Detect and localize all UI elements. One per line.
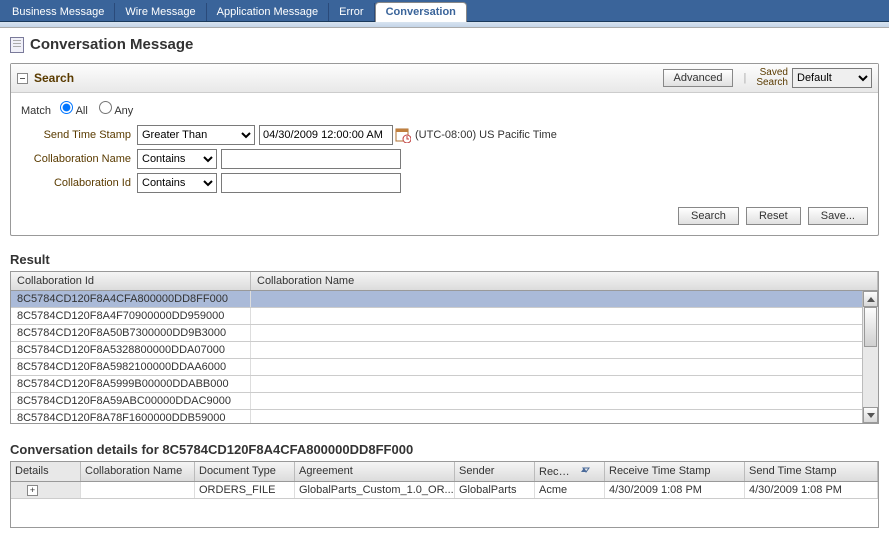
cell-receiver: Acme — [535, 482, 605, 498]
match-all-radio[interactable]: All — [60, 105, 88, 117]
field-collab-id: Collaboration Id Contains — [21, 173, 868, 193]
tab-error[interactable]: Error — [329, 3, 374, 21]
expand-icon[interactable]: + — [27, 485, 38, 496]
cell-id: 8C5784CD120F8A5999B00000DDABB000 — [11, 376, 251, 392]
advanced-button[interactable]: Advanced — [663, 69, 734, 87]
col-receiver[interactable]: Receiver — [535, 462, 605, 481]
cell-id: 8C5784CD120F8A5328800000DDA07000 — [11, 342, 251, 358]
collab-name-operator[interactable]: Contains — [137, 149, 217, 169]
saved-search-label: Saved Search — [756, 68, 788, 88]
collab-id-label: Collaboration Id — [21, 177, 131, 189]
col-cname[interactable]: Collaboration Name — [81, 462, 195, 481]
result-title: Result — [0, 246, 889, 271]
search-footer: Search Reset Save... — [21, 197, 868, 225]
tab-application-message[interactable]: Application Message — [207, 3, 330, 21]
field-collab-name: Collaboration Name Contains — [21, 149, 868, 169]
collab-id-operator[interactable]: Contains — [137, 173, 217, 193]
cell-name — [251, 291, 878, 307]
scroll-down-icon[interactable] — [863, 407, 878, 423]
cell-id: 8C5784CD120F8A5982100000DDAA6000 — [11, 359, 251, 375]
scrollbar[interactable] — [862, 291, 878, 423]
match-any-radio[interactable]: Any — [99, 105, 133, 117]
collab-name-label: Collaboration Name — [21, 153, 131, 165]
cell-id: 8C5784CD120F8A78F1600000DDB59000 — [11, 410, 251, 423]
table-row[interactable]: 8C5784CD120F8A5999B00000DDABB000 — [11, 376, 878, 393]
field-send-time-stamp: Send Time Stamp Greater Than (UTC-08:00)… — [21, 125, 868, 145]
search-header: Search Advanced | Saved Search Default — [11, 64, 878, 93]
save-button[interactable]: Save... — [808, 207, 868, 225]
separator: | — [743, 72, 746, 84]
table-row[interactable]: 8C5784CD120F8A4CFA800000DD8FF000 — [11, 291, 878, 308]
table-row[interactable]: 8C5784CD120F8A5982100000DDAA6000 — [11, 359, 878, 376]
tab-bar: Business Message Wire Message Applicatio… — [0, 0, 889, 22]
search-panel: Search Advanced | Saved Search Default M… — [10, 63, 879, 236]
cell-agreement: GlobalParts_Custom_1.0_OR... — [295, 482, 455, 498]
details-title: Conversation details for 8C5784CD120F8A4… — [0, 434, 889, 461]
cell-doctype: ORDERS_FILE — [195, 482, 295, 498]
details-grid: Details Collaboration Name Document Type… — [10, 461, 879, 528]
result-body: 8C5784CD120F8A4CFA800000DD8FF000 8C5784C… — [11, 291, 878, 423]
cell-name — [251, 376, 878, 392]
col-collab-name[interactable]: Collaboration Name — [251, 272, 878, 290]
page-title-text: Conversation Message — [30, 36, 193, 53]
table-row[interactable]: 8C5784CD120F8A50B7300000DD9B3000 — [11, 325, 878, 342]
details-row[interactable]: + ORDERS_FILE GlobalParts_Custom_1.0_OR.… — [11, 482, 878, 499]
search-button[interactable]: Search — [678, 207, 739, 225]
calendar-icon[interactable] — [395, 127, 411, 143]
cell-id: 8C5784CD120F8A4F70900000DD959000 — [11, 308, 251, 324]
send-time-stamp-input[interactable] — [259, 125, 393, 145]
expand-cell: + — [11, 482, 81, 498]
col-sender[interactable]: Sender — [455, 462, 535, 481]
cell-name — [251, 342, 878, 358]
cell-sts: 4/30/2009 1:08 PM — [745, 482, 878, 498]
table-row[interactable]: 8C5784CD120F8A78F1600000DDB59000 — [11, 410, 878, 423]
result-grid: Collaboration Id Collaboration Name 8C57… — [10, 271, 879, 424]
cell-id: 8C5784CD120F8A4CFA800000DD8FF000 — [11, 291, 251, 307]
cell-sender: GlobalParts — [455, 482, 535, 498]
collapse-toggle-icon[interactable] — [17, 73, 28, 84]
send-time-stamp-operator[interactable]: Greater Than — [137, 125, 255, 145]
cell-rts: 4/30/2009 1:08 PM — [605, 482, 745, 498]
table-row[interactable]: 8C5784CD120F8A4F70900000DD959000 — [11, 308, 878, 325]
cell-name — [251, 393, 878, 409]
page-title: Conversation Message — [0, 28, 889, 63]
saved-search-select[interactable]: Default — [792, 68, 872, 88]
cell-cname — [81, 482, 195, 498]
collab-name-input[interactable] — [221, 149, 401, 169]
details-header: Details Collaboration Name Document Type… — [11, 462, 878, 482]
col-collab-id[interactable]: Collaboration Id — [11, 272, 251, 290]
match-label: Match — [21, 105, 51, 117]
table-row[interactable]: 8C5784CD120F8A5328800000DDA07000 — [11, 342, 878, 359]
tab-conversation[interactable]: Conversation — [375, 2, 467, 22]
result-header: Collaboration Id Collaboration Name — [11, 272, 878, 291]
details-blank — [11, 499, 878, 527]
tab-wire-message[interactable]: Wire Message — [115, 3, 206, 21]
cell-name — [251, 359, 878, 375]
sort-asc-icon — [577, 465, 593, 478]
tab-business-message[interactable]: Business Message — [2, 3, 115, 21]
timezone-text: (UTC-08:00) US Pacific Time — [415, 129, 557, 141]
search-body: Match All Any Send Time Stamp Greater Th… — [11, 93, 878, 235]
search-title: Search — [34, 71, 663, 85]
col-doctype[interactable]: Document Type — [195, 462, 295, 481]
cell-id: 8C5784CD120F8A50B7300000DD9B3000 — [11, 325, 251, 341]
col-send-time-stamp[interactable]: Send Time Stamp — [745, 462, 878, 481]
cell-name — [251, 410, 878, 423]
cell-name — [251, 325, 878, 341]
match-row: Match All Any — [21, 101, 868, 117]
scroll-thumb[interactable] — [864, 307, 877, 347]
col-receive-time-stamp[interactable]: Receive Time Stamp — [605, 462, 745, 481]
document-icon — [10, 37, 24, 53]
table-row[interactable]: 8C5784CD120F8A59ABC00000DDAC9000 — [11, 393, 878, 410]
send-time-stamp-label: Send Time Stamp — [21, 129, 131, 141]
col-agreement[interactable]: Agreement — [295, 462, 455, 481]
scroll-up-icon[interactable] — [863, 291, 878, 307]
col-details[interactable]: Details — [11, 462, 81, 481]
cell-name — [251, 308, 878, 324]
cell-id: 8C5784CD120F8A59ABC00000DDAC9000 — [11, 393, 251, 409]
collab-id-input[interactable] — [221, 173, 401, 193]
reset-button[interactable]: Reset — [746, 207, 801, 225]
